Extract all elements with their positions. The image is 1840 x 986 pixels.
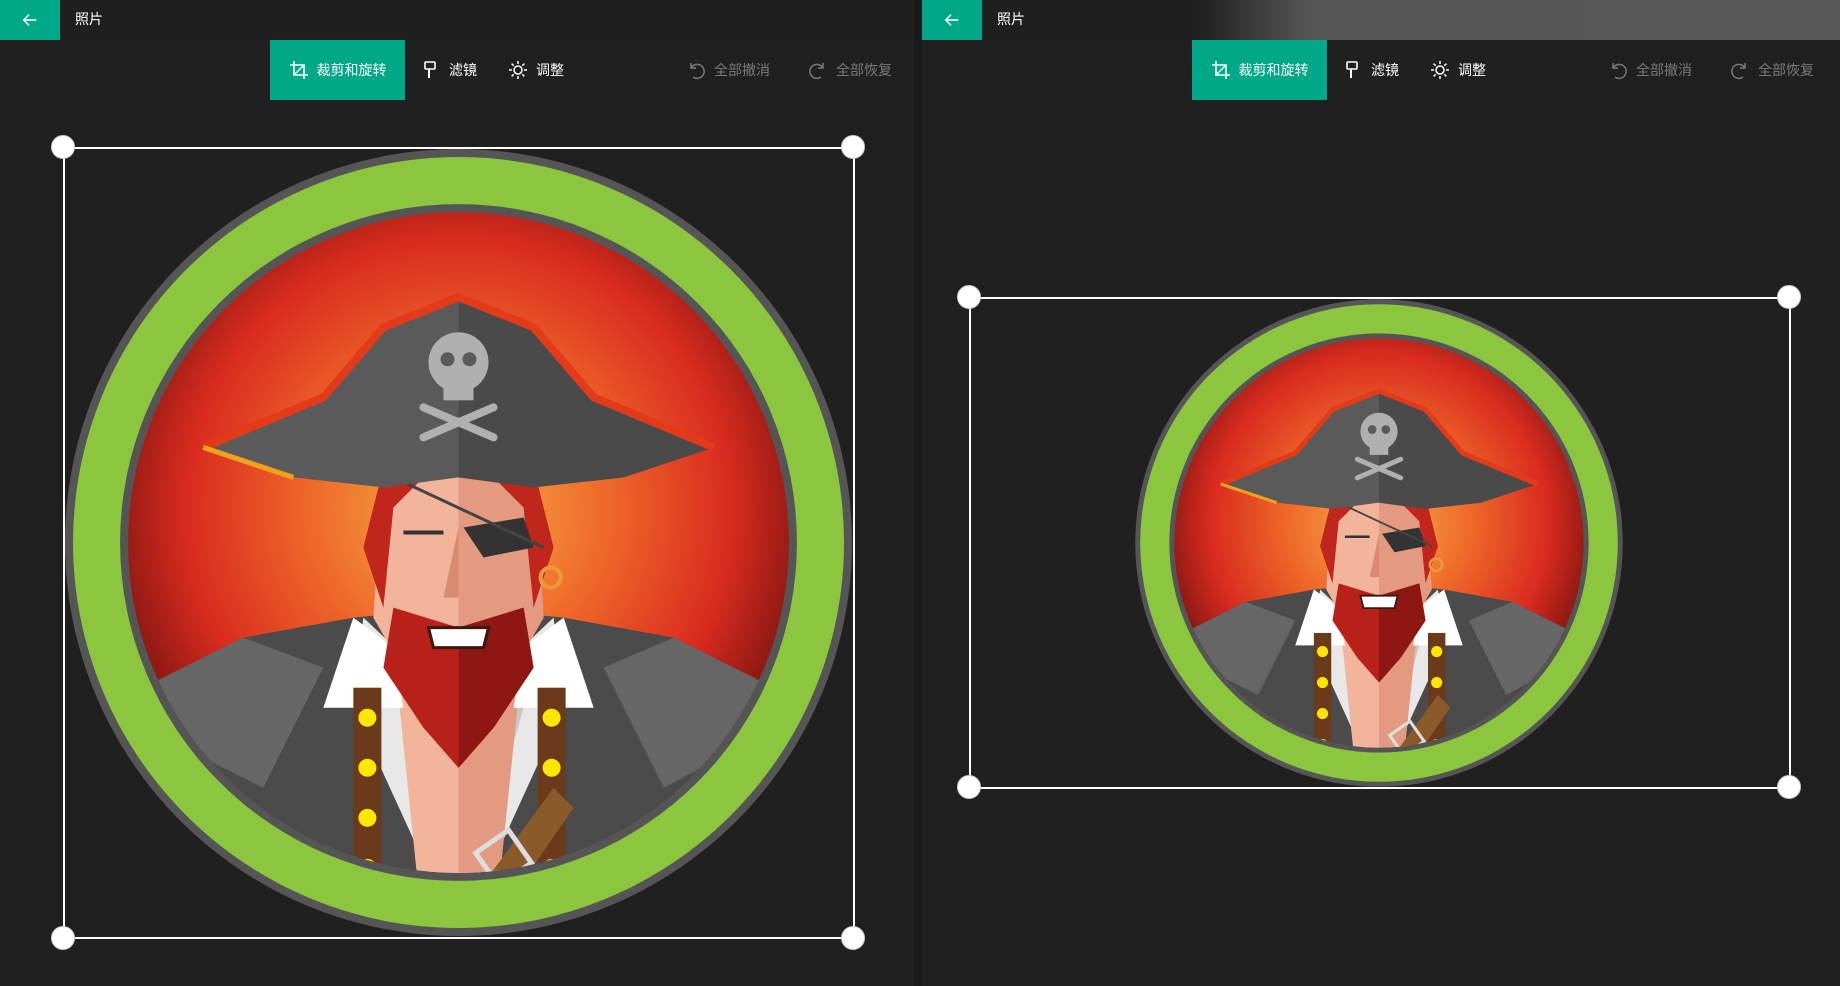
crop-handle-top-left[interactable] <box>957 285 981 309</box>
crop-handle-bottom-right[interactable] <box>1777 775 1801 799</box>
crop-handle-bottom-left[interactable] <box>957 775 981 799</box>
crop-canvas <box>922 0 1840 986</box>
crop-canvas <box>0 0 914 986</box>
crop-handle-top-right[interactable] <box>1777 285 1801 309</box>
crop-frame[interactable] <box>63 147 855 939</box>
crop-handle-top-right[interactable] <box>841 135 865 159</box>
pane-divider <box>914 0 922 986</box>
crop-frame[interactable] <box>969 297 1791 789</box>
editor-pane-right: 照片 裁剪和旋转 滤镜 调整 全部撤消 全部恢复 <box>922 0 1840 986</box>
crop-handle-bottom-right[interactable] <box>841 926 865 950</box>
crop-handle-top-left[interactable] <box>51 135 75 159</box>
editor-pane-left: 照片 裁剪和旋转 滤镜 调整 全部撤消 全部恢复 <box>0 0 914 986</box>
crop-handle-bottom-left[interactable] <box>51 926 75 950</box>
